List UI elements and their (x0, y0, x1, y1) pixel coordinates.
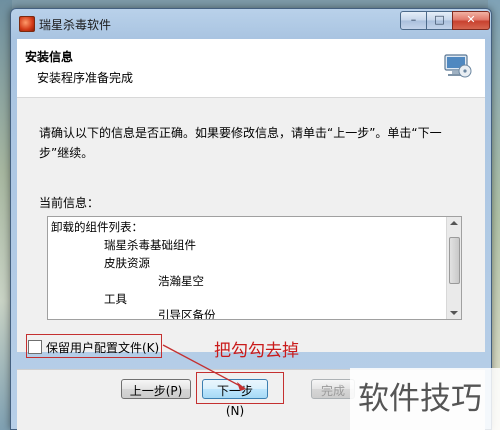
maximize-button[interactable]: □ (426, 11, 453, 30)
current-info-listbox[interactable]: 卸载的组件列表： 瑞星杀毒基础组件 皮肤资源 浩瀚星空 工具 引导区备份 (47, 216, 462, 320)
header-panel: 安装信息 安装程序准备完成 (17, 39, 485, 98)
computer-cd-icon (444, 54, 472, 78)
scroll-down-arrow-icon[interactable] (450, 311, 458, 315)
list-item: 卸载的组件列表： (51, 220, 143, 234)
minimize-button[interactable]: – (400, 11, 427, 30)
installer-window: 瑞星杀毒软件 – □ ✕ 安装信息 安装程序准备完成 请确认以下的信息是否正确。… (10, 8, 492, 430)
list-item: 工具 (104, 292, 127, 306)
window-title: 瑞星杀毒软件 (39, 18, 112, 32)
previous-button[interactable]: 上一步(P) (121, 379, 191, 399)
scroll-up-arrow-icon[interactable] (450, 221, 458, 225)
list-item: 皮肤资源 (104, 256, 150, 270)
next-highlight-box (196, 372, 284, 404)
instruction-text: 请确认以下的信息是否正确。如果要修改信息，请单击“上一步”。单击“下一步”继续。 (39, 126, 442, 160)
checkbox-highlight-box (26, 334, 162, 358)
finish-button[interactable]: 完成(F) (311, 379, 355, 399)
list-scrollbar[interactable] (446, 217, 461, 319)
annotation-text: 把勾勾去掉 (214, 341, 299, 361)
page-subtitle: 安装程序准备完成 (37, 71, 134, 85)
list-item: 瑞星杀毒基础组件 (104, 238, 196, 252)
list-item: 引导区备份 (158, 308, 216, 320)
title-bar[interactable]: 瑞星杀毒软件 – □ ✕ (11, 9, 491, 37)
close-button[interactable]: ✕ (452, 11, 490, 30)
current-info-label: 当前信息： (39, 196, 100, 210)
watermark: 软件技巧 (350, 368, 500, 430)
page-title: 安装信息 (25, 50, 74, 64)
app-icon (19, 16, 35, 32)
content-panel: 请确认以下的信息是否正确。如果要修改信息，请单击“上一步”。单击“下一步”继续。… (17, 98, 485, 352)
scroll-thumb[interactable] (449, 237, 460, 284)
list-item: 浩瀚星空 (158, 274, 204, 288)
